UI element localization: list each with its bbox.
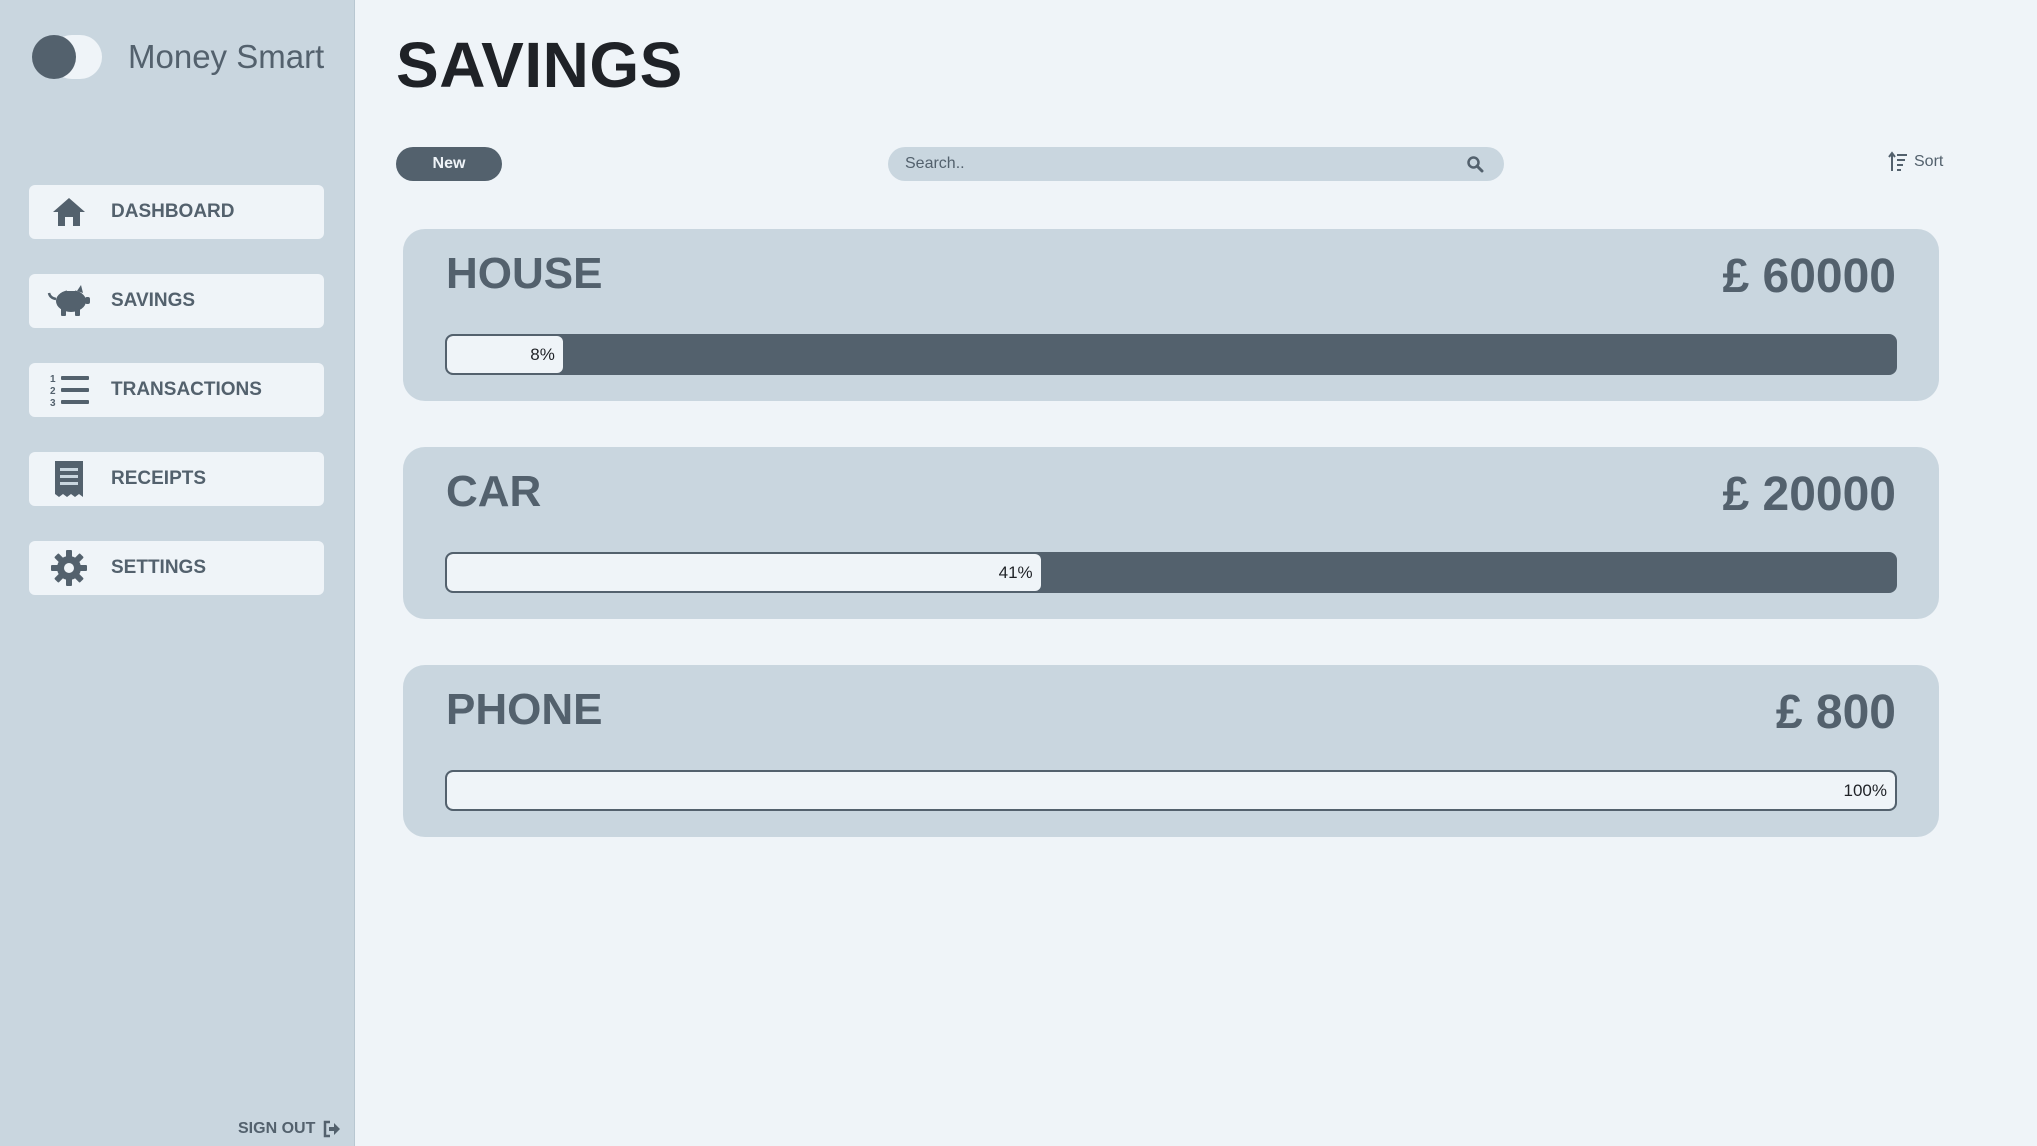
savings-progress-bar: 41%: [445, 552, 1897, 593]
sign-out-link[interactable]: SIGN OUT: [238, 1120, 341, 1138]
sidebar-item-transactions[interactable]: 123 TRANSACTIONS: [29, 363, 324, 417]
sign-out-label: SIGN OUT: [238, 1120, 316, 1137]
savings-name: CAR: [446, 467, 542, 516]
savings-card-house[interactable]: HOUSE £ 60000 8%: [403, 229, 1939, 401]
sidebar-item-label: SETTINGS: [111, 557, 207, 578]
sidebar-item-label: SAVINGS: [111, 290, 196, 311]
progress-fill: 8%: [447, 336, 563, 373]
savings-name: HOUSE: [446, 249, 603, 298]
list-ordered-icon: 123: [43, 370, 95, 410]
svg-text:3: 3: [50, 398, 56, 408]
progress-percent: 8%: [530, 344, 555, 364]
savings-amount: £ 800: [1775, 686, 1896, 739]
search-bar: [888, 147, 1504, 181]
sidebar-item-settings[interactable]: SETTINGS: [29, 541, 324, 595]
sort-icon: [1888, 151, 1908, 173]
savings-card-phone[interactable]: PHONE £ 800 100%: [403, 665, 1939, 837]
savings-name: PHONE: [446, 685, 603, 734]
sort-label: Sort: [1914, 153, 1944, 170]
progress-percent: 41%: [998, 562, 1033, 582]
receipt-icon: [43, 459, 95, 499]
savings-progress-bar: 8%: [445, 334, 1897, 375]
brand: Money Smart: [32, 34, 324, 80]
progress-fill: 41%: [447, 554, 1041, 591]
savings-amount: £ 60000: [1722, 250, 1896, 303]
savings-progress-bar: 100%: [445, 770, 1897, 811]
search-icon[interactable]: [1466, 155, 1484, 173]
theme-toggle[interactable]: [32, 34, 102, 80]
sort-button[interactable]: Sort: [1888, 151, 1943, 173]
svg-text:2: 2: [50, 386, 56, 397]
sidebar-item-label: RECEIPTS: [111, 468, 207, 489]
sidebar-item-dashboard[interactable]: DASHBOARD: [29, 185, 324, 239]
sidebar-item-receipts[interactable]: RECEIPTS: [29, 452, 324, 506]
svg-text:1: 1: [50, 374, 56, 385]
sidebar-item-label: TRANSACTIONS: [111, 379, 262, 400]
progress-fill: 100%: [447, 772, 1895, 809]
progress-percent: 100%: [1843, 780, 1887, 800]
new-saving-button[interactable]: New: [396, 147, 502, 181]
savings-card-car[interactable]: CAR £ 20000 41%: [403, 447, 1939, 619]
savings-amount: £ 20000: [1722, 468, 1896, 521]
sign-out-icon: [323, 1120, 341, 1138]
sidebar-nav: DASHBOARD SAVINGS 123 TRANSACTIONS RECEI…: [29, 185, 324, 630]
search-input[interactable]: [905, 155, 1466, 173]
home-icon: [43, 192, 95, 232]
toggle-knob: [32, 35, 76, 79]
sidebar-item-label: DASHBOARD: [111, 201, 235, 222]
page-title: SAVINGS: [396, 29, 683, 101]
gear-icon: [43, 548, 95, 588]
sidebar-item-savings[interactable]: SAVINGS: [29, 274, 324, 328]
app-name: Money Smart: [128, 38, 325, 75]
piggy-bank-icon: [43, 281, 95, 321]
sidebar: Money Smart DASHBOARD SAVINGS 123 TRANSA…: [0, 0, 355, 1146]
